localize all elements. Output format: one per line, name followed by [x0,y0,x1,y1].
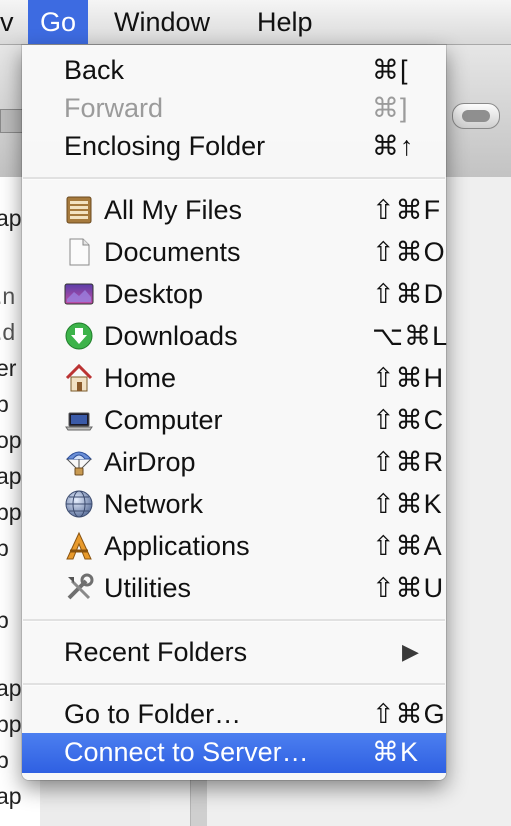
menu-item-airdrop[interactable]: AirDrop ⇧⌘R [22,443,446,483]
shortcut-label: ⇧⌘U [372,573,445,603]
menu-item-home[interactable]: Home ⇧⌘H [22,359,446,399]
menubar-window-menu[interactable]: Window [102,0,222,44]
toolbar-toggle-button[interactable] [452,103,500,129]
downloads-icon [64,321,94,351]
list-item[interactable]: p [0,535,9,562]
scrollbar[interactable] [190,777,207,826]
menu-item-label: Go to Folder… [64,699,242,729]
shortcut-label: ⇧⌘G [372,699,446,729]
menu-item-utilities[interactable]: Utilities ⇧⌘U [22,569,446,609]
list-item[interactable]: ap [0,783,22,810]
shortcut-label: ⇧⌘H [372,363,445,393]
list-item[interactable]: .d [0,319,15,346]
list-item[interactable]: er [0,355,16,382]
applications-icon [64,531,94,561]
menu-separator [23,619,445,622]
menu-item-label: Connect to Server… [64,737,309,767]
menu-item-all-my-files[interactable]: All My Files ⇧⌘F [22,191,446,231]
shortcut-label: ⇧⌘A [372,531,443,561]
menu-bar: v Go Window Help [0,0,511,45]
menubar-help-menu[interactable]: Help [245,0,325,44]
menu-item-label: Computer [104,405,223,435]
menu-item-forward: Forward ⌘] [22,89,446,129]
menu-item-label: Applications [104,531,250,561]
menubar-view-menu[interactable]: v [0,0,26,44]
menu-item-applications[interactable]: Applications ⇧⌘A [22,527,446,567]
menu-item-label: Documents [104,237,241,267]
list-item[interactable]: p [0,607,9,634]
shortcut-label: ⇧⌘F [372,195,442,225]
menu-item-back[interactable]: Back ⌘[ [22,51,446,91]
menu-item-desktop[interactable]: Desktop ⇧⌘D [22,275,446,315]
menu-item-recent-folders[interactable]: Recent Folders ▶ [22,633,446,673]
home-icon [64,363,94,393]
list-item[interactable]: .n [0,283,15,310]
list-item[interactable]: p [0,747,9,774]
menu-item-network[interactable]: Network ⇧⌘K [22,485,446,525]
menu-item-label: Back [64,55,125,85]
menubar-go-menu[interactable]: Go [28,0,89,44]
list-item[interactable]: ap [0,205,22,232]
menu-item-label: Network [104,489,204,519]
shortcut-label: ⇧⌘C [372,405,445,435]
menu-item-documents[interactable]: Documents ⇧⌘O [22,233,446,273]
list-item[interactable]: p [0,819,9,826]
shortcut-label: ⇧⌘D [372,279,445,309]
menu-separator [23,683,445,686]
computer-icon [64,405,94,435]
shortcut-label: ⌘↑ [372,131,415,161]
menu-item-go-to-folder[interactable]: Go to Folder… ⇧⌘G [22,695,446,735]
menu-item-label: All My Files [104,195,243,225]
shortcut-label: ⇧⌘K [372,489,443,519]
list-item[interactable]: pp [0,711,22,738]
menu-item-label: Downloads [104,321,238,351]
menu-separator [23,177,445,180]
view-segment[interactable] [0,109,24,133]
menu-item-computer[interactable]: Computer ⇧⌘C [22,401,446,441]
menu-item-downloads[interactable]: Downloads ⌥⌘L [22,317,449,357]
list-item[interactable]: p [0,391,9,418]
menu-item-label: Enclosing Folder [64,131,266,161]
list-item[interactable]: ap [0,463,22,490]
desktop-icon [64,279,94,309]
shortcut-label: ⌥⌘L [372,321,449,351]
menu-item-enclosing-folder[interactable]: Enclosing Folder ⌘↑ [22,127,446,167]
menu-item-label: Recent Folders [64,637,248,667]
menu-item-connect-to-server[interactable]: Connect to Server… ⌘K [22,733,446,773]
menu-item-label: Utilities [104,573,192,603]
shortcut-label: ⇧⌘O [372,237,446,267]
shortcut-label: ⌘[ [372,55,409,85]
documents-icon [64,237,94,267]
menu-item-label: AirDrop [104,447,196,477]
utilities-icon [64,573,94,603]
shortcut-label: ⇧⌘R [372,447,445,477]
list-item[interactable]: ap [0,675,22,702]
go-menu-dropdown: Back ⌘[ Forward ⌘] Enclosing Folder ⌘↑ A… [22,45,449,780]
chevron-right-icon: ▶ [402,639,419,664]
list-item[interactable]: op [0,427,22,454]
list-item[interactable]: pp [0,499,22,526]
airdrop-icon [64,447,94,477]
menu-item-label: Desktop [104,279,204,309]
shortcut-label: ⌘K [372,737,420,767]
menu-item-label: Forward [64,93,164,123]
menu-item-label: Home [104,363,177,393]
shortcut-label: ⌘] [372,93,409,123]
network-icon [64,489,94,519]
all-my-files-icon [64,195,94,225]
